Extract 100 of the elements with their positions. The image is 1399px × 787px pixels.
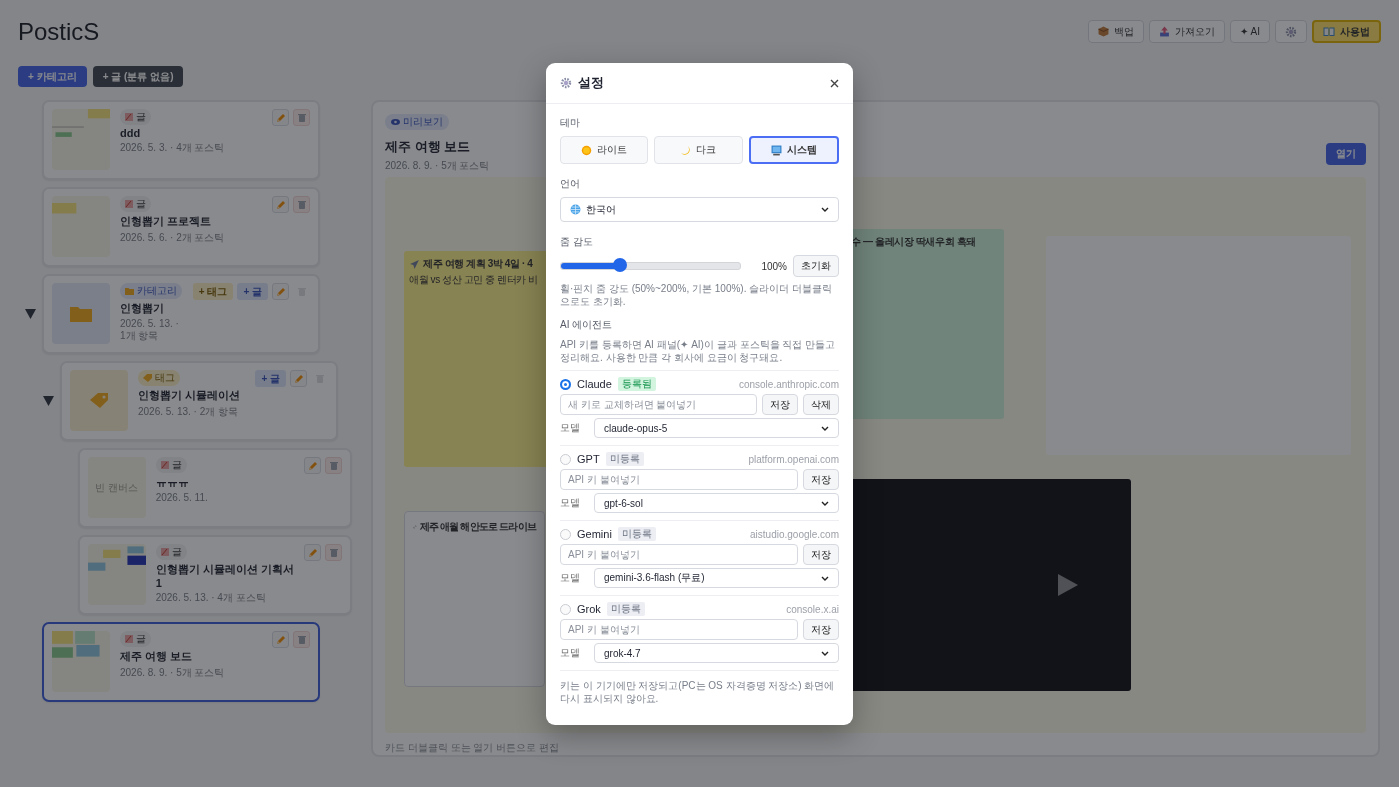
edit-button[interactable] — [272, 283, 289, 300]
provider-radio[interactable] — [560, 603, 571, 615]
edit-button[interactable] — [272, 631, 289, 648]
folder-icon — [70, 305, 92, 322]
model-select[interactable]: grok-4.7 — [594, 643, 839, 663]
model-label: 모델 — [560, 646, 581, 660]
add-button[interactable]: + 태그 — [192, 283, 234, 300]
model-select[interactable]: gemini-3.6-flash (무료) — [594, 568, 839, 588]
section-label: 테마 — [560, 116, 581, 130]
api-key-field[interactable]: API 키 붙여넣기 — [560, 619, 798, 640]
airplane-icon — [409, 258, 420, 270]
provider-name: Claude — [577, 378, 612, 390]
api-key-field[interactable]: API 키 붙여넣기 — [560, 544, 798, 565]
provider-site: console.x.ai — [786, 603, 839, 615]
api-key-field[interactable]: API 키 붙여넣기 — [560, 469, 798, 490]
board-thumbnail — [87, 544, 146, 605]
edit-button[interactable] — [290, 370, 307, 387]
card-meta: 2026. 5. 13. · 1개 항목 — [120, 318, 180, 343]
caret-icon[interactable] — [42, 396, 54, 406]
provider-radio[interactable] — [560, 378, 571, 390]
edit-button[interactable] — [304, 457, 321, 474]
pencil-icon — [307, 547, 318, 558]
status-badge: 미등록 — [605, 452, 644, 466]
delete-button[interactable] — [293, 109, 310, 126]
board-card[interactable]: 태그 인형뽑기 시뮬레이션 2026. 5. 13. · 2개 항목 + 글 — [60, 361, 338, 441]
reset-button[interactable]: 초기화 — [793, 255, 839, 277]
close-button[interactable] — [830, 78, 839, 88]
open-button[interactable]: 열기 — [1326, 143, 1366, 165]
delete-button[interactable] — [325, 544, 342, 561]
chevron-icon — [821, 575, 829, 581]
add-button[interactable]: + 글 — [237, 283, 268, 300]
trash-icon — [329, 548, 338, 557]
add-button[interactable]: + 카테고리 — [18, 66, 87, 87]
delete-button[interactable] — [325, 457, 342, 474]
provider-radio[interactable] — [560, 453, 571, 465]
gear-icon — [560, 77, 572, 89]
theme-option[interactable]: 시스템 — [748, 136, 839, 164]
api-key-field[interactable]: 새 키로 교체하려면 붙여넣기 — [560, 394, 757, 415]
link-card[interactable]: 제주 애월 해안도로 드라이브 — [404, 511, 545, 687]
storage-note: 키는 이 기기에만 저장되고(PC는 OS 자격증명 저장소) 화면에 다시 표시되지 않아요. — [560, 670, 839, 705]
folder-icon — [125, 287, 134, 295]
edit-button[interactable] — [304, 544, 321, 561]
board-card[interactable]: 카테고리 인형뽑기 2026. 5. 13. · 1개 항목 + 태그 + 글 — [42, 274, 320, 354]
trash-icon — [297, 200, 306, 209]
provider-name: Gemini — [577, 528, 612, 540]
model-select[interactable]: gpt-6-sol — [594, 493, 839, 513]
board-card[interactable]: 글 인형뽑기 프로젝트 2026. 5. 6. · 2개 포스틱 — [42, 187, 320, 267]
board-card[interactable]: 글 인형뽑기 시뮬레이션 기획서1 2026. 5. 13. · 4개 포스틱 — [77, 535, 352, 615]
key-button[interactable]: 저장 — [803, 619, 839, 640]
card-meta: 2026. 5. 11. — [155, 492, 209, 503]
card-meta: 2026. 5. 13. · 4개 포스틱 — [155, 591, 267, 605]
type-label: 글 — [171, 458, 182, 472]
type-label: 글 — [136, 110, 146, 124]
card-title: ㅠㅠㅠ — [155, 475, 190, 490]
header-button[interactable]: 가져오기 — [1148, 20, 1225, 43]
add-button[interactable]: + 글 — [255, 370, 286, 387]
tag-icon — [143, 374, 152, 382]
header-button[interactable]: ✦ AI — [1229, 20, 1270, 43]
board-card[interactable]: 글 제주 여행 보드 2026. 8. 9. · 5개 포스틱 — [42, 622, 320, 702]
play-icon[interactable] — [1058, 574, 1078, 596]
type-label: 글 — [136, 632, 146, 646]
edit-button[interactable] — [272, 109, 289, 126]
chevron-icon — [821, 207, 829, 212]
board-meta: 2026. 8. 9. · 5개 포스틱 — [385, 159, 490, 173]
close-icon — [830, 78, 839, 88]
header-button[interactable]: 사용법 — [1312, 20, 1381, 43]
section-label: 줌 감도 — [560, 235, 594, 249]
edit-button[interactable] — [272, 196, 289, 213]
language-select[interactable]: 한국어 — [560, 197, 839, 222]
add-button[interactable]: + 글 (분류 없음) — [92, 66, 184, 87]
key-button[interactable]: 저장 — [762, 394, 798, 415]
theme-option[interactable]: 다크 — [654, 136, 743, 164]
header-button[interactable] — [1275, 20, 1307, 43]
caret-icon[interactable] — [24, 309, 36, 319]
delete-button[interactable] — [293, 196, 310, 213]
board-thumbnail — [52, 631, 110, 692]
theme-option[interactable]: 라이트 — [560, 136, 649, 164]
pencil-icon — [275, 286, 286, 297]
status-badge: 등록됨 — [617, 377, 656, 391]
trash-icon — [297, 113, 306, 122]
key-button[interactable]: 저장 — [803, 469, 839, 490]
upload-icon — [1158, 26, 1170, 37]
slider-thumb[interactable] — [613, 258, 628, 272]
pencil-icon — [293, 373, 304, 384]
board-title: 제주 여행 보드 — [385, 138, 472, 156]
model-select[interactable]: claude-opus-5 — [594, 418, 839, 438]
chevron-icon — [821, 650, 829, 656]
board-card[interactable]: 글 ddd 2026. 5. 3. · 4개 포스틱 — [42, 100, 320, 180]
provider-radio[interactable] — [560, 528, 571, 540]
eye-icon — [391, 119, 400, 125]
delete-button[interactable] — [293, 631, 310, 648]
card-title: 인형뽑기 시뮬레이션 — [138, 388, 242, 403]
type-label: 태그 — [155, 371, 175, 385]
provider-site: console.anthropic.com — [738, 378, 839, 390]
card-meta: 2026. 5. 6. · 2개 포스틱 — [120, 231, 226, 245]
link-title: 제주 애월 해안도로 드라이브 — [419, 520, 536, 534]
key-button[interactable]: 저장 — [803, 544, 839, 565]
header-button[interactable]: 백업 — [1087, 20, 1144, 43]
key-button[interactable]: 삭제 — [803, 394, 839, 415]
card-title: 인형뽑기 프로젝트 — [120, 214, 213, 229]
